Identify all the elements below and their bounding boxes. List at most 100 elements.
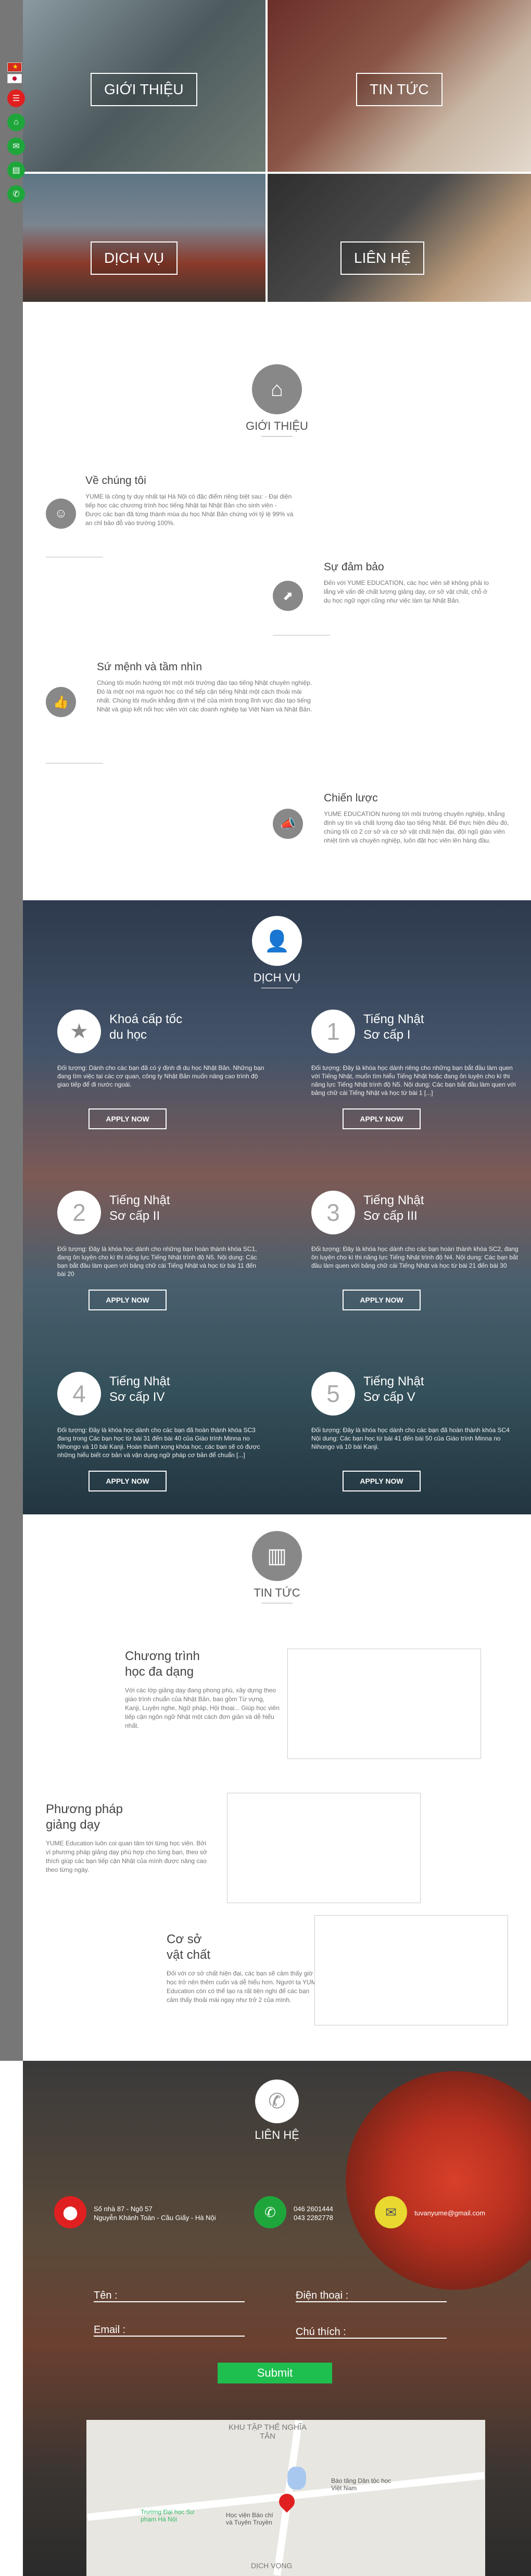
service-desc: Đối tượng: Đây là khóa học dành cho các … <box>311 1245 519 1269</box>
phone-field[interactable] <box>296 2301 447 2302</box>
star-icon: ★ <box>57 1010 101 1053</box>
name-label: Tên : <box>94 2290 118 2301</box>
news-item-text: YUME Education luôn coi quan tâm tới từn… <box>46 1840 207 1873</box>
service-title-line: Tiếng Nhật <box>363 1374 424 1388</box>
apply-now-button[interactable]: APPLY NOW <box>343 1290 421 1310</box>
divider <box>261 436 293 437</box>
news-item-title: Cơ sở vật chất <box>167 1932 323 1963</box>
service-number: 5 <box>311 1372 355 1415</box>
apply-now-button[interactable]: APPLY NOW <box>88 1471 167 1491</box>
contact-title: LIÊN HỆ <box>255 2128 299 2141</box>
book-icon[interactable]: ▤ <box>7 161 25 179</box>
hero-tile-label: DỊCH VỤ <box>91 241 178 275</box>
flag-vietnam-icon[interactable]: ★ <box>7 62 22 72</box>
service-title-line: Sơ cấp V <box>363 1390 415 1404</box>
map-label-school: Trường Đại học Sư phạm Hà Nội <box>141 2508 195 2523</box>
email-field[interactable] <box>94 2336 245 2337</box>
news-item-title: Chương trình học đa dạng <box>125 1649 281 1680</box>
phone-icon: ✆ <box>255 2080 299 2123</box>
service-title: Tiếng Nhật Sơ cấp I <box>363 1012 424 1043</box>
service-title-line: Tiếng Nhật <box>363 1193 424 1207</box>
about-item-text: Chúng tôi muốn hướng tới một môi trường … <box>97 679 312 713</box>
about-item-title: Sứ mệnh và tầm nhìn <box>97 661 202 673</box>
service-desc: Đối tượng: Đây là khóa học dành cho nhữn… <box>57 1245 257 1278</box>
address-text: Số nhà 87 - Ngõ 57 Nguyễn Khánh Toàn - C… <box>94 2204 216 2222</box>
service-title: Tiếng Nhật Sơ cấp IV <box>109 1374 170 1405</box>
news-title-line: Cơ sở <box>167 1932 202 1946</box>
name-field[interactable] <box>94 2301 245 2302</box>
service-desc: Đối tượng: Đây là khóa học dành cho các … <box>311 1426 510 1450</box>
news-title-line: vật chất <box>167 1948 211 1962</box>
map-label-area: KHU TẬP THỂ NGHĨA TÂN <box>228 2423 307 2441</box>
note-label: Chú thích : <box>296 2326 346 2338</box>
thumbs-up-icon: 👍 <box>46 687 76 717</box>
home-icon: ⌂ <box>252 364 302 414</box>
service-title-line: Sơ cấp II <box>109 1209 160 1223</box>
hero-tile-contact[interactable]: LIÊN HỆ <box>268 174 531 302</box>
service-title: Tiếng Nhật Sơ cấp III <box>363 1193 424 1224</box>
services-section: 👤 DỊCH VỤ ★ Khoá cấp tốc du học Đối tượng… <box>23 900 531 1514</box>
apply-now-button[interactable]: APPLY NOW <box>88 1108 167 1129</box>
mail-icon: ✉ <box>375 2196 407 2228</box>
service-number: 3 <box>311 1191 355 1234</box>
phone-field-label: Điện thoại : <box>296 2290 349 2301</box>
news-item-program: Chương trình học đa dạng Với các lớp giản… <box>125 1649 281 1730</box>
map-water <box>287 2467 306 2490</box>
apply-now-button[interactable]: APPLY NOW <box>343 1471 421 1491</box>
service-number: 2 <box>57 1191 101 1234</box>
newspaper-icon: ▥ <box>252 1531 302 1581</box>
news-title-line: học đa dạng <box>125 1665 194 1679</box>
service-title-line: Sơ cấp IV <box>109 1390 165 1404</box>
mail-icon[interactable]: ✉ <box>7 137 25 155</box>
about-item-text: Đến với YUME EDUCATION, các học viên sẽ … <box>324 579 489 604</box>
service-title-line: Khoá cấp tốc <box>109 1012 183 1026</box>
news-section: ▥ TIN TỨC Chương trình học đa dạng Với cá… <box>23 1514 531 2061</box>
map-label-district: DỊCH VỌNG <box>251 2561 293 2570</box>
service-desc: Đối tượng: Đây là khóa học dành cho các … <box>57 1426 260 1459</box>
service-title: Tiếng Nhật Sơ cấp V <box>363 1374 424 1405</box>
service-title: Tiếng Nhật Sơ cấp II <box>109 1193 170 1224</box>
phone-line: 043 2282778 <box>294 2214 333 2222</box>
menu-icon[interactable]: ☰ <box>7 90 25 107</box>
email-text: tuvanyume@gmail.com <box>414 2209 486 2217</box>
flag-japan-icon[interactable] <box>7 74 22 83</box>
hero-tile-services[interactable]: DỊCH VỤ <box>23 174 266 302</box>
about-item-text: YUME EDUCATION hướng tới môi trường chuy… <box>324 810 509 844</box>
about-item-title: Về chúng tôi <box>85 475 146 487</box>
map-label-academy: Học viện Báo chí và Tuyên Truyền <box>226 2511 273 2526</box>
news-item-text: Với các lớp giảng dạy đang phong phú, xâ… <box>125 1687 280 1729</box>
service-title-line: Tiếng Nhật <box>109 1193 170 1207</box>
news-thumbnail[interactable] <box>227 1793 421 1903</box>
service-desc: Đối tượng: Đây là khóa học dành riêng ch… <box>311 1064 516 1096</box>
service-desc: Đối tượng: Dành cho các bạn đã có ý định… <box>57 1064 264 1088</box>
news-item-facility: Cơ sở vật chất Đối với cơ sở chất hiện đạ… <box>167 1932 323 2005</box>
address-line: Nguyễn Khánh Toàn - Cầu Giấy - Hà Nội <box>94 2214 216 2222</box>
service-card-sc3: 3 Tiếng Nhật Sơ cấp III Đối tượng: Đây là… <box>311 1191 530 1316</box>
service-card-sc1: 1 Tiếng Nhật Sơ cấp I Đối tượng: Đây là k… <box>311 1010 530 1134</box>
submit-button[interactable]: Submit <box>218 2363 332 2383</box>
hero-tile-intro[interactable]: GIỚI THIỆU <box>23 0 266 172</box>
service-card-sc2: 2 Tiếng Nhật Sơ cấp II Đối tượng: Đây là … <box>57 1191 276 1316</box>
left-rail <box>0 0 23 2061</box>
phone-icon[interactable]: ✆ <box>7 185 25 203</box>
about-item-guarantee: Sự đảm bảo Đến với YUME EDUCATION, các h… <box>324 561 490 605</box>
news-item-title: Phương pháp giảng dạy <box>46 1802 212 1833</box>
service-card-intensive: ★ Khoá cấp tốc du học Đối tượng: Dành cho… <box>57 1010 276 1134</box>
contact-section: ✆ LIÊN HỆ ⬤ Số nhà 87 - Ngõ 57 Nguyễn Kh… <box>23 2061 531 2576</box>
about-item-title: Chiến lược <box>324 792 378 804</box>
about-item-us: Về chúng tôi YUME là công ty duy nhất tạ… <box>85 475 294 528</box>
hero-tile-label: TIN TỨC <box>356 73 443 106</box>
service-number: 4 <box>57 1372 101 1415</box>
apply-now-button[interactable]: APPLY NOW <box>88 1290 167 1310</box>
hero-tile-news[interactable]: TIN TỨC <box>268 0 531 172</box>
location-map[interactable]: KHU TẬP THỂ NGHĨA TÂN Trường Đại học Sư … <box>86 2420 485 2576</box>
apply-now-button[interactable]: APPLY NOW <box>343 1108 421 1129</box>
home-icon[interactable]: ⌂ <box>7 113 25 131</box>
map-label-paper: Báo tăng Dân tộc học Việt Nam <box>331 2477 391 2492</box>
note-field[interactable] <box>296 2338 447 2339</box>
service-title-line: Sơ cấp III <box>363 1209 418 1223</box>
news-thumbnail[interactable] <box>314 1915 508 2025</box>
news-thumbnail[interactable] <box>287 1649 481 1759</box>
service-card-sc4: 4 Tiếng Nhật Sơ cấp IV Đối tượng: Đây là … <box>57 1372 276 1497</box>
about-title: GIỚI THIỆU <box>246 419 308 432</box>
